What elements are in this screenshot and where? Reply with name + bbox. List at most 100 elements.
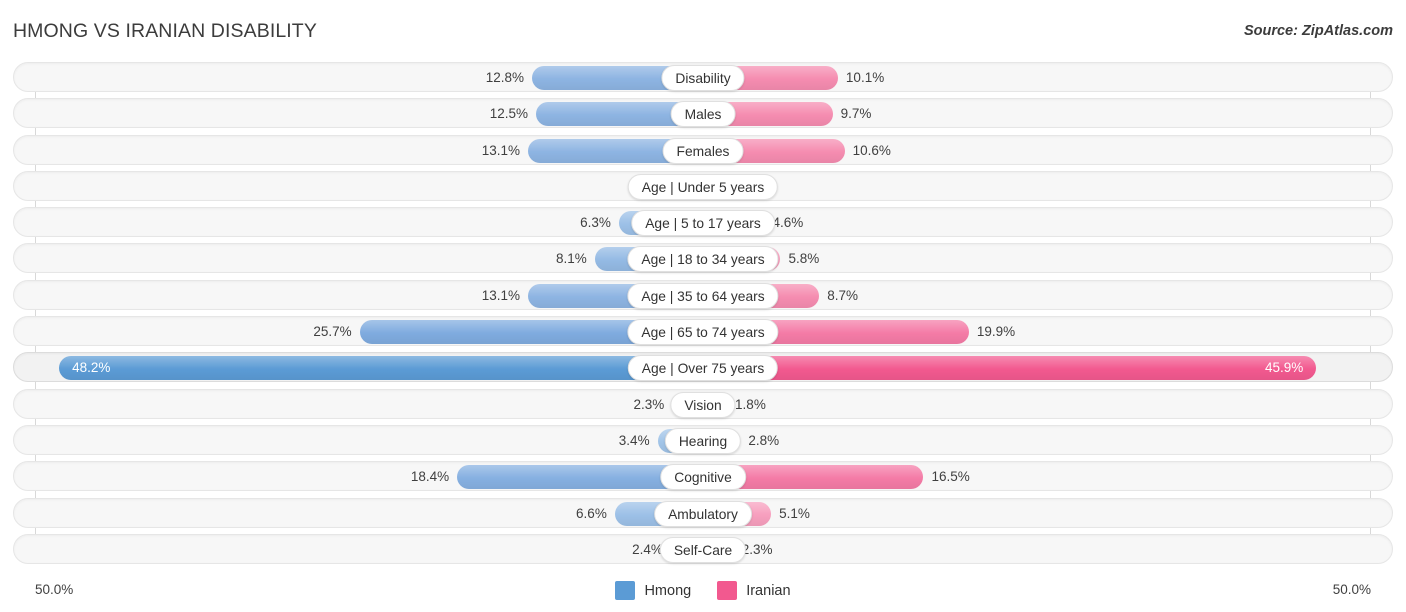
chart-header: HMONG VS IRANIAN DISABILITY Source: ZipA… xyxy=(0,0,1406,62)
legend-item[interactable]: Hmong xyxy=(615,581,691,600)
chart-row: 13.1% 10.6% Females xyxy=(13,134,1393,165)
chart-row: 13.1% 8.7% Age | 35 to 64 years xyxy=(13,279,1393,310)
hmong-bar: 48.2% xyxy=(59,356,703,381)
hmong-half: 12.8% xyxy=(35,66,703,90)
chart-row: 2.4% 2.3% Self-Care xyxy=(13,533,1393,564)
category-label-pill: Age | 65 to 74 years xyxy=(627,319,779,346)
category-label-pill: Age | 35 to 64 years xyxy=(627,282,779,309)
iranian-half: 10.6% xyxy=(703,138,1371,163)
legend-swatch-icon xyxy=(717,581,738,600)
category-label-pill: Females xyxy=(662,137,744,164)
category-label-pill: Disability xyxy=(661,65,745,91)
row-track: 12.8% 10.1% Disability xyxy=(35,63,1371,91)
row-track: 25.7% 19.9% Age | 65 to 74 years xyxy=(35,317,1371,346)
category-label-pill: Ambulatory xyxy=(654,500,752,527)
category-label-pill: Hearing xyxy=(664,427,742,454)
row-track: 2.4% 2.3% Self-Care xyxy=(35,535,1371,563)
hmong-value-label: 3.4% xyxy=(618,432,650,448)
row-track: 8.1% 5.8% Age | 18 to 34 years xyxy=(35,244,1371,273)
chart-footer: 50.0% 50.0% Hmong Iranian xyxy=(13,576,1393,606)
chart-row: 6.6% 5.1% Ambulatory xyxy=(13,497,1393,528)
iranian-half: 2.8% xyxy=(703,428,1371,453)
hmong-value-label: 13.1% xyxy=(481,287,520,303)
iranian-value-label: 10.6% xyxy=(852,142,891,158)
iranian-half: 1.8% xyxy=(703,392,1371,417)
iranian-value-label: 8.7% xyxy=(827,287,858,303)
category-label-pill: Cognitive xyxy=(660,464,746,491)
source-attribution: Source: ZipAtlas.com xyxy=(1243,23,1393,39)
hmong-value-label: 25.7% xyxy=(313,324,352,340)
row-track: 2.3% 1.8% Vision xyxy=(35,390,1371,418)
legend-label: Iranian xyxy=(746,582,791,599)
chart-row: 25.7% 19.9% Age | 65 to 74 years xyxy=(13,316,1393,347)
iranian-value-label: 5.8% xyxy=(788,251,820,267)
iranian-half: 9.7% xyxy=(703,102,1371,127)
iranian-half: 5.8% xyxy=(703,247,1371,272)
chart-row: 18.4% 16.5% Cognitive xyxy=(13,461,1393,492)
hmong-half: 1.1% xyxy=(35,174,703,199)
hmong-half: 48.2% xyxy=(35,356,703,381)
row-track: 12.5% 9.7% Males xyxy=(35,99,1371,128)
iranian-half: 4.6% xyxy=(703,211,1371,236)
hmong-half: 6.6% xyxy=(35,501,703,526)
row-track: 6.6% 5.1% Ambulatory xyxy=(35,499,1371,527)
chart-row: 12.5% 9.7% Males xyxy=(13,98,1393,129)
iranian-half: 10.1% xyxy=(703,66,1371,90)
category-label-pill: Age | 18 to 34 years xyxy=(627,246,779,273)
legend-swatch-icon xyxy=(615,581,636,600)
row-track: 13.1% 8.7% Age | 35 to 64 years xyxy=(35,281,1371,309)
iranian-half: 2.3% xyxy=(703,537,1371,562)
hmong-half: 3.4% xyxy=(35,428,703,453)
category-label-pill: Self-Care xyxy=(659,536,747,563)
iranian-half: 5.1% xyxy=(703,501,1371,526)
iranian-value-label: 9.7% xyxy=(840,106,872,122)
iranian-value-label: 45.9% xyxy=(1264,360,1304,376)
row-track: 3.4% 2.8% Hearing xyxy=(35,426,1371,454)
page-title: HMONG VS IRANIAN DISABILITY xyxy=(13,20,317,42)
row-track: 6.3% 4.6% Age | 5 to 17 years xyxy=(35,208,1371,237)
hmong-value-label: 6.6% xyxy=(576,505,607,521)
row-track: 18.4% 16.5% Cognitive xyxy=(35,462,1371,491)
iranian-half: 16.5% xyxy=(703,465,1371,490)
hmong-half: 8.1% xyxy=(35,247,703,272)
iranian-half: 45.9% xyxy=(703,356,1371,381)
hmong-half: 13.1% xyxy=(35,138,703,163)
category-label-pill: Males xyxy=(670,101,736,128)
row-track: 48.2% 45.9% Age | Over 75 years xyxy=(35,353,1371,382)
category-label-pill: Age | Over 75 years xyxy=(627,355,779,382)
hmong-value-label: 6.3% xyxy=(580,215,611,231)
legend-label: Hmong xyxy=(644,582,692,599)
category-label-pill: Vision xyxy=(670,391,736,418)
row-track: 13.1% 10.6% Females xyxy=(35,136,1371,164)
legend-item[interactable]: Iranian xyxy=(717,581,791,600)
chart-rows: 12.8% 10.1% Disability 12.5% 9.7% Males 13.1% 1… xyxy=(13,62,1393,564)
chart-row: 2.3% 1.8% Vision xyxy=(13,388,1393,419)
diverging-bar-chart: 12.8% 10.1% Disability 12.5% 9.7% Males 13.1% 1… xyxy=(13,62,1393,570)
chart-row: 1.1%1.0%Age | Under 5 years xyxy=(13,170,1393,201)
chart-row: 3.4% 2.8% Hearing xyxy=(13,424,1393,455)
hmong-value-label: 12.8% xyxy=(485,70,524,85)
iranian-value-label: 16.5% xyxy=(931,469,970,485)
chart-row: 8.1% 5.8% Age | 18 to 34 years xyxy=(13,243,1393,274)
hmong-half: 6.3% xyxy=(35,211,703,236)
iranian-half: 19.9% xyxy=(703,320,1371,345)
iranian-value-label: 2.8% xyxy=(748,432,780,448)
hmong-value-label: 2.3% xyxy=(633,396,665,412)
hmong-half: 18.4% xyxy=(35,465,703,490)
iranian-value-label: 10.1% xyxy=(845,70,885,85)
hmong-value-label: 48.2% xyxy=(72,360,111,376)
iranian-value-label: 5.1% xyxy=(779,505,810,521)
hmong-value-label: 18.4% xyxy=(410,469,450,485)
legend: Hmong Iranian xyxy=(13,581,1393,600)
iranian-half: 1.0% xyxy=(703,174,1371,199)
iranian-bar: 45.9% xyxy=(703,356,1317,381)
chart-page: HMONG VS IRANIAN DISABILITY Source: ZipA… xyxy=(0,0,1406,612)
hmong-half: 25.7% xyxy=(35,320,703,345)
category-label-pill: Age | 5 to 17 years xyxy=(631,210,775,237)
hmong-value-label: 13.1% xyxy=(481,142,520,158)
hmong-half: 13.1% xyxy=(35,283,703,308)
iranian-half: 8.7% xyxy=(703,283,1371,308)
iranian-value-label: 19.9% xyxy=(976,324,1016,340)
chart-row: 6.3% 4.6% Age | 5 to 17 years xyxy=(13,207,1393,238)
row-track: 1.1%1.0%Age | Under 5 years xyxy=(35,172,1371,200)
